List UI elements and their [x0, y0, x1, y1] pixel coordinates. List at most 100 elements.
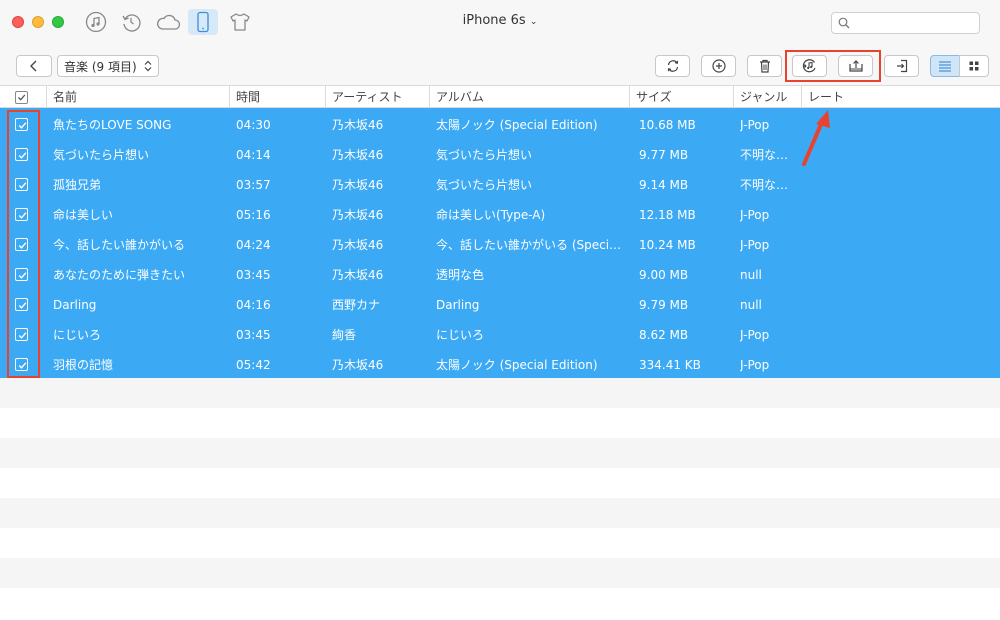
send-to-device-icon: [896, 59, 907, 73]
cell-genre: J-Pop: [740, 328, 770, 342]
song-list: 魚たちのLOVE SONG 04:30 乃木坂46 太陽ノック (Special Ed…: [0, 108, 1000, 378]
cell-size: 12.18 MB: [639, 208, 696, 222]
annotation-arrow-icon: [802, 110, 830, 166]
cell-name: 命は美しい: [53, 208, 114, 222]
cell-size: 9.00 MB: [639, 268, 689, 282]
search-input[interactable]: [854, 15, 974, 31]
table-row[interactable]: あなたのために弾きたい 03:45 乃木坂46 透明な色 9.00 MB null: [0, 258, 1000, 288]
empty-row: [0, 498, 1000, 528]
column-header-genre[interactable]: ジャンル: [733, 86, 801, 108]
cell-size: 334.41 KB: [639, 358, 701, 372]
table-row[interactable]: にじいろ 03:45 絢香 にじいろ 8.62 MB J-Pop: [0, 318, 1000, 348]
cell-artist: 乃木坂46: [332, 148, 384, 162]
cloud-icon[interactable]: [153, 9, 183, 35]
category-select[interactable]: 音楽 (9 項目): [57, 55, 159, 77]
cell-time: 04:14: [236, 148, 271, 162]
send-to-device-button[interactable]: [884, 55, 919, 77]
trash-icon: [759, 59, 770, 73]
list-view-icon: [939, 61, 951, 72]
empty-row: [0, 558, 1000, 588]
cell-album: 気づいたら片想い: [436, 178, 533, 192]
column-header-album[interactable]: アルバム: [429, 86, 629, 108]
back-button[interactable]: [16, 55, 52, 77]
cell-time: 04:16: [236, 298, 271, 312]
device-title: iPhone 6s: [462, 13, 526, 28]
cell-genre: null: [740, 298, 762, 312]
cell-genre: J-Pop: [740, 118, 770, 132]
cell-genre: J-Pop: [740, 358, 770, 372]
search-box[interactable]: [831, 12, 980, 34]
tshirt-icon[interactable]: [225, 9, 255, 35]
title-bar: iPhone 6s ⌄: [0, 0, 1000, 44]
cell-time: 03:57: [236, 178, 271, 192]
select-all-checkbox[interactable]: [15, 91, 28, 104]
empty-row: [0, 528, 1000, 558]
table-row[interactable]: 命は美しい 05:16 乃木坂46 命は美しい(Type-A) 12.18 MB J-Po…: [0, 198, 1000, 228]
grid-view-icon: [969, 61, 979, 71]
search-icon: [838, 17, 850, 29]
close-window-button[interactable]: [12, 16, 24, 28]
highlight-checkbox-column: [7, 110, 40, 378]
restore-icon[interactable]: [116, 9, 146, 35]
table-row[interactable]: 今、話したい誰かがいる 04:24 乃木坂46 今、話したい誰かがいる (Specia…: [0, 228, 1000, 258]
cell-artist: 乃木坂46: [332, 238, 384, 252]
checkmark-icon: [18, 94, 26, 101]
column-header-name[interactable]: 名前: [46, 86, 229, 108]
empty-row: [0, 378, 1000, 408]
cell-album: にじいろ: [436, 328, 485, 342]
chevron-down-icon: ⌄: [529, 17, 538, 27]
cell-genre: 不明なジ…: [740, 178, 798, 192]
minimize-window-button[interactable]: [32, 16, 44, 28]
cell-album: 透明な色: [436, 268, 485, 282]
cell-name: 気づいたら片想い: [53, 148, 150, 162]
device-selector[interactable]: iPhone 6s ⌄: [440, 13, 560, 28]
cell-size: 9.79 MB: [639, 298, 689, 312]
cell-genre: J-Pop: [740, 208, 770, 222]
table-row[interactable]: 孤独兄弟 03:57 乃木坂46 気づいたら片想い 9.14 MB 不明なジ…: [0, 168, 1000, 198]
cell-time: 05:16: [236, 208, 271, 222]
table-row[interactable]: 羽根の記憶 05:42 乃木坂46 太陽ノック (Special Edition) 33…: [0, 348, 1000, 378]
delete-button[interactable]: [747, 55, 782, 77]
column-header-artist[interactable]: アーティスト: [325, 86, 429, 108]
zoom-window-button[interactable]: [52, 16, 64, 28]
cell-genre: 不明なジ…: [740, 148, 798, 162]
table-row[interactable]: Darling 04:16 西野カナ Darling 9.79 MB null: [0, 288, 1000, 318]
cell-artist: 乃木坂46: [332, 358, 384, 372]
music-note-icon[interactable]: [81, 9, 111, 35]
empty-row: [0, 408, 1000, 438]
list-view-button[interactable]: [930, 55, 960, 77]
cell-genre: J-Pop: [740, 238, 770, 252]
cell-size: 10.24 MB: [639, 238, 696, 252]
cell-album: 今、話したい誰かがいる (Special…: [436, 238, 626, 252]
cell-name: あなたのために弾きたい: [53, 268, 186, 282]
column-header-time[interactable]: 時間: [229, 86, 325, 108]
cell-name: 今、話したい誰かがいる: [53, 238, 186, 252]
refresh-button[interactable]: [655, 55, 690, 77]
empty-row: [0, 438, 1000, 468]
table-row[interactable]: 魚たちのLOVE SONG 04:30 乃木坂46 太陽ノック (Special Ed…: [0, 108, 1000, 138]
updown-chevron-icon: [144, 60, 152, 72]
cell-size: 9.77 MB: [639, 148, 689, 162]
cell-artist: 絢香: [332, 328, 357, 342]
cell-time: 04:24: [236, 238, 271, 252]
cell-album: Darling: [436, 298, 480, 312]
iphone-icon[interactable]: [188, 9, 218, 35]
cell-album: 命は美しい(Type-A): [436, 208, 546, 222]
cell-time: 03:45: [236, 328, 271, 342]
add-button[interactable]: [701, 55, 736, 77]
cell-artist: 乃木坂46: [332, 178, 384, 192]
cell-album: 太陽ノック (Special Edition): [436, 358, 598, 372]
refresh-icon: [667, 60, 678, 72]
cell-size: 9.14 MB: [639, 178, 689, 192]
table-row[interactable]: 気づいたら片想い 04:14 乃木坂46 気づいたら片想い 9.77 MB 不明なジ…: [0, 138, 1000, 168]
cell-name: 孤独兄弟: [53, 178, 102, 192]
cell-artist: 西野カナ: [332, 298, 381, 312]
cell-name: にじいろ: [53, 328, 102, 342]
column-header-size[interactable]: サイズ: [629, 86, 733, 108]
cell-size: 10.68 MB: [639, 118, 696, 132]
add-icon: [711, 59, 726, 73]
empty-row: [0, 588, 1000, 618]
cell-size: 8.62 MB: [639, 328, 689, 342]
grid-view-button[interactable]: [959, 55, 989, 77]
chevron-left-icon: [30, 60, 37, 72]
